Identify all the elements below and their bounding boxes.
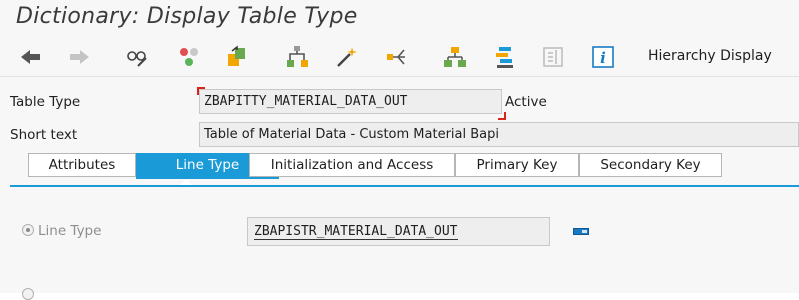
forward-arrow-icon[interactable]	[66, 44, 92, 70]
title-bar: Dictionary: Display Table Type	[0, 0, 799, 38]
hierarchy-display-button[interactable]: Hierarchy Display	[648, 48, 772, 64]
tab-attributes[interactable]: Attributes	[28, 153, 136, 177]
table-type-label: Table Type	[10, 94, 81, 110]
line-type-field[interactable]: ZBAPISTR_MATERIAL_DATA_OUT	[247, 217, 550, 246]
short-text-label: Short text	[10, 127, 78, 143]
required-marker	[498, 112, 506, 120]
line-type-radio[interactable]	[22, 224, 34, 236]
line-type-value[interactable]: ZBAPISTR_MATERIAL_DATA_OUT	[254, 224, 458, 240]
back-arrow-icon[interactable]	[18, 44, 44, 70]
line-type-option-label: Line Type	[38, 223, 102, 239]
predefined-type-radio[interactable]	[22, 288, 34, 300]
svg-text:i: i	[600, 49, 606, 67]
navigation-window-icon[interactable]	[442, 44, 468, 70]
tab-secondary-key[interactable]: Secondary Key	[579, 153, 722, 177]
page-title: Dictionary: Display Table Type	[16, 4, 358, 29]
required-marker	[197, 87, 205, 95]
status-text: Active	[505, 94, 547, 110]
tab-primary-key[interactable]: Primary Key	[455, 153, 579, 177]
tab-initialization-access[interactable]: Initialization and Access	[249, 153, 455, 177]
toggle-button[interactable]	[573, 228, 589, 235]
check-icon[interactable]	[224, 44, 250, 70]
activate-icon[interactable]	[284, 44, 310, 70]
where-used-icon[interactable]	[334, 44, 360, 70]
short-text-field[interactable]: Table of Material Data - Custom Material…	[199, 122, 799, 147]
info-icon[interactable]: i	[590, 44, 616, 70]
application-toolbar: i Hierarchy Display	[0, 38, 799, 77]
other-object-icon[interactable]	[176, 44, 202, 70]
table-type-field[interactable]: ZBAPITTY_MATERIAL_DATA_OUT	[199, 89, 502, 114]
object-list-icon[interactable]	[384, 44, 410, 70]
technical-settings-icon[interactable]	[492, 44, 518, 70]
documentation-icon[interactable]	[540, 44, 566, 70]
display-change-icon[interactable]	[124, 44, 150, 70]
tab-underline	[10, 185, 799, 187]
